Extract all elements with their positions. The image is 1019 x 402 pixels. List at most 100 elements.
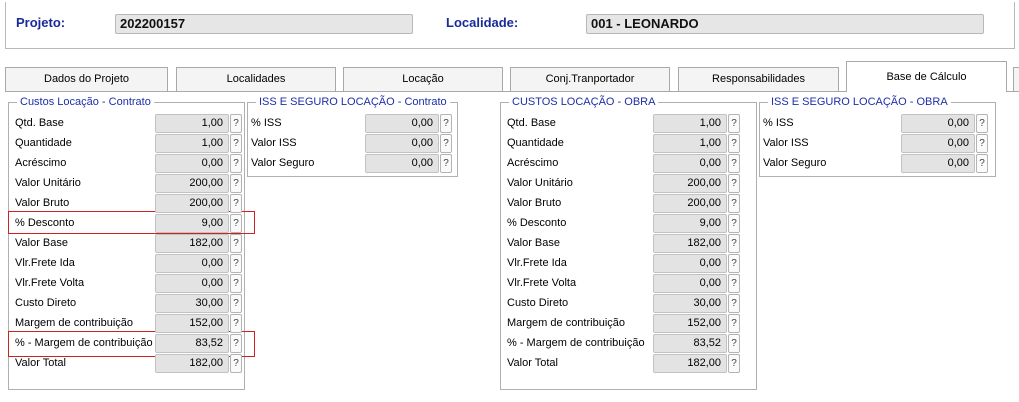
help-button[interactable]: ? [230,114,242,133]
help-button[interactable]: ? [230,254,242,273]
help-button[interactable]: ? [976,154,988,173]
help-button[interactable]: ? [230,274,242,293]
help-button[interactable]: ? [230,154,242,173]
valor-iss-field[interactable]: 0,00 [365,134,439,153]
valor-unitario-field[interactable]: 200,00 [653,174,727,193]
projeto-label: Projeto: [16,15,66,30]
qtd-base-field[interactable]: 1,00 [155,114,229,133]
custo-direto-field[interactable]: 30,00 [155,294,229,313]
desconto-label: % Desconto [15,217,75,229]
help-button[interactable]: ? [440,134,452,153]
margem-de-contribuicao-field[interactable]: 152,00 [155,314,229,333]
valor-iss-field[interactable]: 0,00 [901,134,975,153]
qtd-base-label: Qtd. Base [15,117,64,129]
help-button[interactable]: ? [440,114,452,133]
tab-conj-transportador[interactable]: Conj.Tranportador [510,67,670,92]
valor-base-label: Valor Base [15,237,68,249]
tab-responsabilidades[interactable]: Responsabilidades [678,67,839,92]
margem-de-contribuicao-label: % - Margem de contribuição [507,337,645,349]
margem-de-contribuicao-field[interactable]: 83,52 [653,334,727,353]
iss-field[interactable]: 0,00 [901,114,975,133]
help-button[interactable]: ? [728,334,740,353]
help-button[interactable]: ? [230,234,242,253]
qtd-base-field[interactable]: 1,00 [653,114,727,133]
projeto-field[interactable]: 202200157 [115,14,413,34]
valor-seguro-label: Valor Seguro [251,157,315,169]
help-button[interactable]: ? [728,234,740,253]
desconto-field[interactable]: 9,00 [155,214,229,233]
tab-base-de-calculo[interactable]: Base de Cálculo [846,61,1007,92]
vlr-frete-volta-field[interactable]: 0,00 [155,274,229,293]
help-button[interactable]: ? [728,254,740,273]
help-button[interactable]: ? [728,194,740,213]
custo-direto-label: Custo Direto [15,297,77,309]
quantidade-label: Quantidade [15,137,72,149]
valor-iss-label: Valor ISS [763,137,809,149]
help-button[interactable]: ? [728,214,740,233]
vlr-frete-ida-label: Vlr.Frete Ida [15,257,75,269]
iss-field[interactable]: 0,00 [365,114,439,133]
margem-de-contribuicao-field[interactable]: 83,52 [155,334,229,353]
margem-de-contribuicao-field[interactable]: 152,00 [653,314,727,333]
help-button[interactable]: ? [230,314,242,333]
valor-unitario-label: Valor Unitário [507,177,573,189]
custo-direto-field[interactable]: 30,00 [653,294,727,313]
help-button[interactable]: ? [728,274,740,293]
acrescimo-field[interactable]: 0,00 [155,154,229,173]
valor-bruto-label: Valor Bruto [507,197,562,209]
valor-base-field[interactable]: 182,00 [155,234,229,253]
help-button[interactable]: ? [230,174,242,193]
help-button[interactable]: ? [728,134,740,153]
iss-label: % ISS [763,117,794,129]
help-button[interactable]: ? [230,214,242,233]
help-button[interactable]: ? [728,354,740,373]
valor-total-field[interactable]: 182,00 [653,354,727,373]
valor-base-field[interactable]: 182,00 [653,234,727,253]
vlr-frete-ida-field[interactable]: 0,00 [653,254,727,273]
project-header: Projeto: 202200157 Localidade: 001 - LEO… [5,2,1015,49]
acrescimo-field[interactable]: 0,00 [653,154,727,173]
help-button[interactable]: ? [728,114,740,133]
help-button[interactable]: ? [976,134,988,153]
valor-total-label: Valor Total [15,357,66,369]
localidade-label: Localidade: [446,15,519,30]
tab-localidades[interactable]: Localidades [176,67,336,92]
acrescimo-label: Acréscimo [507,157,559,169]
group-title: Custos Locação - Contrato [17,96,154,108]
help-button[interactable]: ? [728,294,740,313]
help-button[interactable]: ? [728,174,740,193]
localidade-field[interactable]: 001 - LEONARDO [586,14,984,34]
desconto-field[interactable]: 9,00 [653,214,727,233]
valor-base-label: Valor Base [507,237,560,249]
quantidade-label: Quantidade [507,137,564,149]
valor-bruto-field[interactable]: 200,00 [155,194,229,213]
help-button[interactable]: ? [728,314,740,333]
valor-unitario-label: Valor Unitário [15,177,81,189]
help-button[interactable]: ? [230,294,242,313]
help-button[interactable]: ? [440,154,452,173]
help-button[interactable]: ? [230,194,242,213]
help-button[interactable]: ? [230,334,242,353]
valor-total-field[interactable]: 182,00 [155,354,229,373]
tab-locacao[interactable]: Locação [343,67,503,92]
group-title: ISS E SEGURO LOCAÇÃO - OBRA [768,96,951,108]
valor-bruto-field[interactable]: 200,00 [653,194,727,213]
help-button[interactable]: ? [728,154,740,173]
desconto-label: % Desconto [507,217,567,229]
help-button[interactable]: ? [230,134,242,153]
valor-total-label: Valor Total [507,357,558,369]
margem-de-contribuicao-label: Margem de contribuição [507,317,626,329]
vlr-frete-ida-label: Vlr.Frete Ida [507,257,567,269]
valor-unitario-field[interactable]: 200,00 [155,174,229,193]
help-button[interactable]: ? [230,354,242,373]
vlr-frete-volta-field[interactable]: 0,00 [653,274,727,293]
quantidade-field[interactable]: 1,00 [155,134,229,153]
quantidade-field[interactable]: 1,00 [653,134,727,153]
iss-label: % ISS [251,117,282,129]
tab-dados-do-projeto[interactable]: Dados do Projeto [5,67,168,92]
margem-de-contribuicao-label: % - Margem de contribuição [15,337,153,349]
vlr-frete-ida-field[interactable]: 0,00 [155,254,229,273]
valor-seguro-field[interactable]: 0,00 [365,154,439,173]
valor-seguro-field[interactable]: 0,00 [901,154,975,173]
help-button[interactable]: ? [976,114,988,133]
